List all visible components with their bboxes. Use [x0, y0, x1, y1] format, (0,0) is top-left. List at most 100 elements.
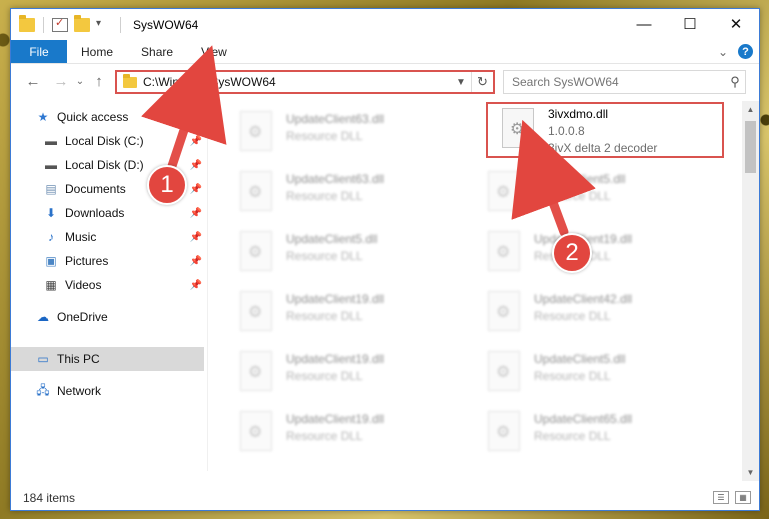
dll-file-icon	[240, 231, 272, 271]
customize-toolbar-icon[interactable]: ▾	[96, 18, 112, 32]
pin-icon[interactable]: 📌	[190, 232, 202, 243]
sidebar-item-downloads[interactable]: ⬇ Downloads 📌	[11, 201, 204, 225]
sidebar-item-pictures[interactable]: ▣ Pictures 📌	[11, 249, 204, 273]
status-bar: 184 items ☰ ▦	[11, 486, 759, 510]
file-description: Resource DLL	[286, 249, 363, 263]
sidebar-item-quick-access[interactable]: ★ Quick access	[11, 105, 204, 129]
file-description: Resource DLL	[286, 189, 363, 203]
dll-file-icon	[240, 351, 272, 391]
expand-ribbon-icon[interactable]: ⌄	[718, 45, 728, 59]
address-path[interactable]: C:\Windows\SysWOW64	[143, 75, 451, 89]
tab-home[interactable]: Home	[67, 40, 127, 63]
list-item[interactable]: UpdateClient5.dll Resource DLL	[226, 225, 456, 279]
file-name: 3ivxdmo.dll	[548, 107, 609, 121]
sidebar-item-label: Local Disk (D:)	[65, 158, 144, 172]
chevron-down-icon[interactable]: ▼	[451, 77, 471, 88]
dll-file-icon	[488, 171, 520, 211]
new-folder-icon[interactable]	[74, 14, 90, 32]
scroll-up-icon[interactable]: ▲	[742, 101, 759, 118]
file-name: UpdateClient42.dll	[534, 292, 633, 306]
scroll-down-icon[interactable]: ▼	[742, 464, 759, 481]
navigation-bar: ← → ⌄ ↑ C:\Windows\SysWOW64 ▼ ↻ ⚲	[11, 64, 759, 98]
divider	[43, 16, 44, 33]
details-view-icon[interactable]: ☰	[713, 491, 729, 504]
dll-file-icon	[240, 111, 272, 151]
file-description: Resource DLL	[534, 309, 611, 323]
list-item[interactable]: UpdateClient19.dll Resource DLL	[226, 285, 456, 339]
pin-icon[interactable]: 📌	[190, 280, 202, 291]
file-name: UpdateClient19.dll	[286, 292, 385, 306]
tab-view[interactable]: View	[187, 40, 241, 63]
step-2-badge: 2	[552, 233, 592, 273]
file-name: UpdateClient5.dll	[534, 172, 626, 186]
minimize-button[interactable]: —	[621, 9, 667, 39]
pin-icon[interactable]: 📌	[190, 184, 202, 195]
sidebar-item-label: Music	[65, 230, 97, 244]
network-icon: 🖧	[36, 382, 50, 397]
maximize-button[interactable]: ☐	[667, 9, 713, 39]
tiles-view-icon[interactable]: ▦	[735, 491, 751, 504]
step-1-badge: 1	[147, 165, 187, 205]
up-button[interactable]: ↑	[87, 69, 111, 93]
scroll-thumb[interactable]	[745, 121, 756, 173]
list-item[interactable]: UpdateClient19.dll Resource DLL	[226, 345, 456, 399]
file-name: UpdateClient63.dll	[286, 112, 385, 126]
pin-icon[interactable]: 📌	[190, 208, 202, 219]
file-name: UpdateClient19.dll	[286, 352, 385, 366]
dll-file-icon	[488, 231, 520, 271]
file-name: UpdateClient5.dll	[534, 352, 626, 366]
folder-icon	[123, 73, 137, 88]
search-box[interactable]: ⚲	[503, 70, 746, 94]
drive-icon: ▬	[45, 134, 57, 148]
cloud-icon: ☁	[37, 310, 49, 324]
item-count: 184 items	[23, 491, 76, 505]
pin-icon[interactable]: 📌	[190, 136, 202, 147]
list-item[interactable]: UpdateClient5.dll Resource DLL	[474, 165, 704, 219]
explorer-window: ▾ SysWOW64 — ☐ ✕ File Home Share View ⌄ …	[10, 8, 760, 511]
sidebar-item-label: Quick access	[57, 110, 129, 124]
dll-file-icon	[488, 351, 520, 391]
help-icon[interactable]: ?	[738, 44, 753, 59]
dll-file-icon	[502, 108, 534, 148]
sidebar-item-music[interactable]: ♪ Music 📌	[11, 225, 204, 249]
sidebar-item-this-pc[interactable]: ▭ This PC	[11, 347, 204, 371]
list-item[interactable]: UpdateClient65.dll Resource DLL	[474, 405, 704, 459]
list-item[interactable]: UpdateClient63.dll Resource DLL	[226, 165, 456, 219]
list-item[interactable]: UpdateClient5.dll Resource DLL	[474, 345, 704, 399]
sidebar-item-network[interactable]: 🖧 Network	[11, 379, 204, 403]
close-button[interactable]: ✕	[713, 9, 759, 39]
search-input[interactable]	[512, 75, 725, 89]
back-button[interactable]: ←	[21, 69, 45, 93]
refresh-icon[interactable]: ↻	[471, 72, 493, 92]
pin-icon[interactable]: 📌	[190, 256, 202, 267]
recent-locations-button[interactable]: ⌄	[73, 69, 87, 93]
list-item[interactable]: UpdateClient42.dll Resource DLL	[474, 285, 704, 339]
download-icon: ⬇	[45, 206, 57, 220]
dll-file-icon	[488, 411, 520, 451]
vertical-scrollbar[interactable]: ▲ ▼	[742, 101, 759, 481]
tab-share[interactable]: Share	[127, 40, 187, 63]
sidebar-item-label: OneDrive	[57, 310, 108, 324]
tab-file[interactable]: File	[11, 40, 67, 63]
window-controls: — ☐ ✕	[621, 9, 759, 39]
star-icon: ★	[37, 110, 49, 124]
pictures-icon: ▣	[45, 254, 57, 268]
list-item[interactable]: UpdateClient63.dll Resource DLL	[226, 105, 456, 159]
dll-file-icon	[240, 291, 272, 331]
sidebar-item-label: Local Disk (C:)	[65, 134, 144, 148]
pin-icon[interactable]: 📌	[190, 160, 202, 171]
sidebar-item-local-disk-c[interactable]: ▬ Local Disk (C:) 📌	[11, 129, 204, 153]
highlighted-file-3ivxdmo[interactable]: 3ivxdmo.dll 1.0.0.8 3ivX delta 2 decoder	[486, 102, 724, 158]
address-bar[interactable]: C:\Windows\SysWOW64 ▼ ↻	[115, 70, 495, 94]
list-item[interactable]: UpdateClient19.dll Resource DLL	[226, 405, 456, 459]
file-name: UpdateClient5.dll	[286, 232, 378, 246]
file-list: UpdateClient63.dll Resource DLL UpdateCli…	[216, 101, 741, 471]
dll-file-icon	[240, 411, 272, 451]
forward-button[interactable]: →	[49, 69, 73, 93]
sidebar-item-onedrive[interactable]: ☁ OneDrive	[11, 305, 204, 329]
sidebar-item-videos[interactable]: ▦ Videos 📌	[11, 273, 204, 297]
search-icon[interactable]: ⚲	[725, 74, 745, 90]
pane-divider	[207, 101, 208, 471]
file-name: UpdateClient63.dll	[286, 172, 385, 186]
properties-icon[interactable]	[52, 16, 68, 32]
